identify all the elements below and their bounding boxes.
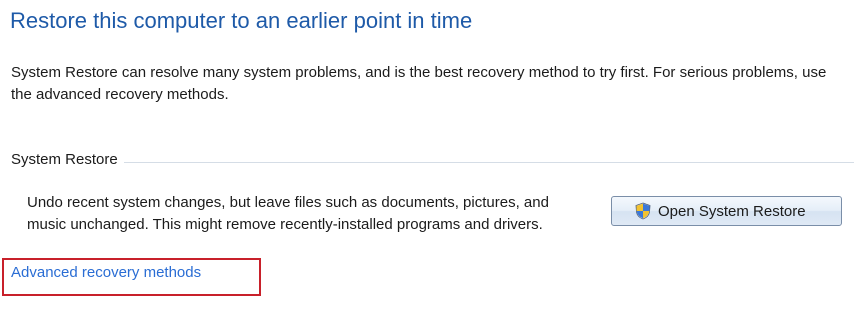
open-system-restore-button[interactable]: Open System Restore [611, 196, 842, 226]
system-restore-group-label: System Restore [11, 151, 124, 168]
advanced-recovery-methods-link[interactable]: Advanced recovery methods [11, 264, 201, 281]
group-divider [11, 162, 854, 163]
intro-text: System Restore can resolve many system p… [11, 64, 827, 103]
system-restore-description: Undo recent system changes, but leave fi… [27, 194, 549, 233]
uac-shield-icon [634, 202, 652, 220]
recovery-panel: Restore this computer to an earlier poin… [0, 0, 854, 326]
page-title: Restore this computer to an earlier poin… [10, 8, 473, 33]
open-system-restore-label: Open System Restore [658, 202, 806, 220]
